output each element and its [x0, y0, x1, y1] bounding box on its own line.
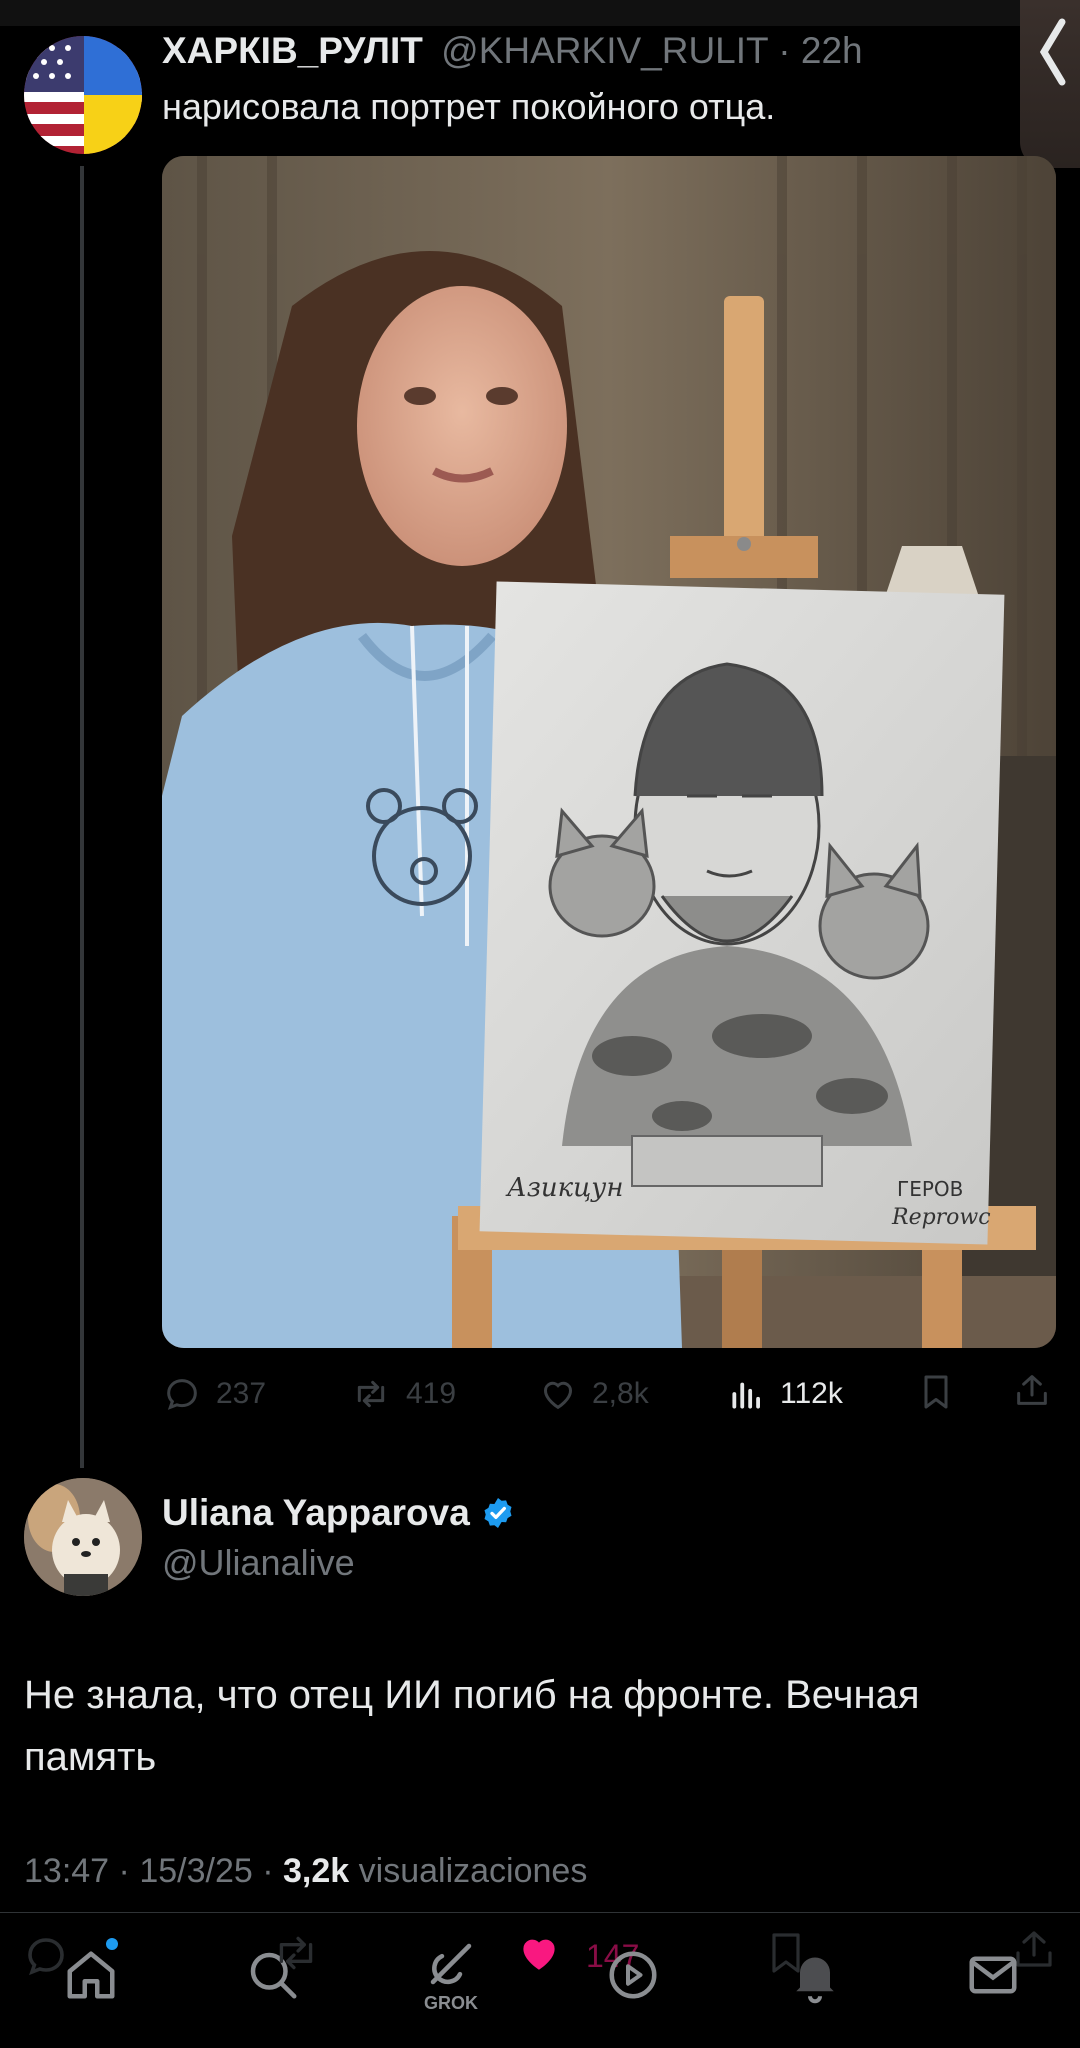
back-tab[interactable]: [1020, 0, 1080, 168]
retweet-action[interactable]: 419: [350, 1372, 456, 1416]
views-count: 112k: [780, 1377, 843, 1410]
bell-icon: [796, 1957, 834, 2004]
verified-badge-icon: [484, 1498, 512, 1528]
portrait-signature-right-2: Reprowc: [891, 1205, 991, 1230]
tweet-text: нарисовала портрет покойного отца.: [162, 86, 776, 127]
views-number[interactable]: 3,2k: [283, 1852, 349, 1890]
like-action[interactable]: 2,8k: [538, 1372, 649, 1416]
flag-avatar-image: [24, 36, 142, 154]
home-icon: [67, 1951, 115, 1999]
handle[interactable]: @KHARKIV_RULIT: [441, 30, 768, 71]
time[interactable]: 22h: [801, 30, 863, 71]
meta-dot-1: ·: [118, 1852, 130, 1890]
tweet-header: ХАРКІВ_РУЛІТ @KHARKIV_RULIT · 22h: [162, 30, 1012, 76]
reply-count: 237: [216, 1377, 267, 1410]
reply-text-line2: память: [24, 1735, 157, 1779]
play-circle-icon: [609, 1951, 657, 1999]
display-name[interactable]: Uliana Yapparova: [162, 1492, 470, 1534]
heart-outline-icon: [544, 1381, 572, 1410]
reply-icon: [167, 1379, 197, 1410]
like-count: 2,8k: [592, 1377, 649, 1410]
retweet-count: 419: [406, 1377, 457, 1410]
share-icon: [1017, 1375, 1047, 1405]
avatar-kharkiv[interactable]: [24, 36, 142, 154]
share-button[interactable]: [1012, 1370, 1056, 1414]
portrait-signature-right-1: ГЕРОВ: [897, 1177, 963, 1201]
bookmark-icon: [924, 1375, 948, 1409]
grok-icon: [430, 1943, 472, 1984]
reply-header: Uliana Yapparova: [162, 1490, 516, 1536]
meta-dot-2: ·: [262, 1852, 274, 1890]
tweet-meta: 13:47 · 15/3/25 · 3,2k visualizaciones: [24, 1852, 587, 1891]
mail-icon: [969, 1956, 1017, 1994]
separator: ·: [778, 30, 791, 71]
display-name[interactable]: ХАРКІВ_РУЛІТ: [162, 30, 423, 71]
avatar-uliana[interactable]: [24, 1478, 142, 1596]
tweet-time[interactable]: 13:47: [24, 1852, 109, 1890]
tweet-photo[interactable]: Азикцун ГЕРОВ Reprowc: [162, 156, 1056, 1348]
chevron-left-icon: [1039, 18, 1066, 86]
retweet-icon: [357, 1380, 385, 1408]
retweet-ghost-icon: [279, 1936, 313, 1970]
heart-filled-icon: [523, 1939, 555, 1970]
nav-notifications[interactable]: [770, 1930, 860, 2020]
portrait-signature-left: Азикцун: [505, 1173, 624, 1203]
nav-video[interactable]: [588, 1930, 678, 2020]
reply-action[interactable]: 237: [162, 1372, 266, 1416]
views-bar-icon: [732, 1382, 760, 1409]
nav-grok[interactable]: GROK: [406, 1930, 496, 2020]
status-bar: [0, 0, 1080, 26]
nav-messages[interactable]: [948, 1930, 1038, 2020]
avatar-photo: [24, 1478, 142, 1596]
reply-text-line1: Не знала, что отец ИИ погиб на фронте. В…: [24, 1673, 920, 1717]
views-action[interactable]: 112k: [728, 1372, 843, 1416]
views-label: visualizaciones: [358, 1852, 588, 1890]
grok-label: GROK: [424, 1992, 478, 2013]
reply-text: Не знала, что отец ИИ погиб на фронте. В…: [24, 1664, 1054, 1788]
reply-handle[interactable]: @Ulianalive: [162, 1542, 355, 1584]
bookmark-button[interactable]: [916, 1372, 960, 1416]
photo-scene: Азикцун ГЕРОВ Reprowc: [162, 156, 1056, 1348]
nav-home[interactable]: [46, 1930, 136, 2020]
tweet-date[interactable]: 15/3/25: [139, 1852, 252, 1890]
thread-line: [80, 166, 84, 1468]
